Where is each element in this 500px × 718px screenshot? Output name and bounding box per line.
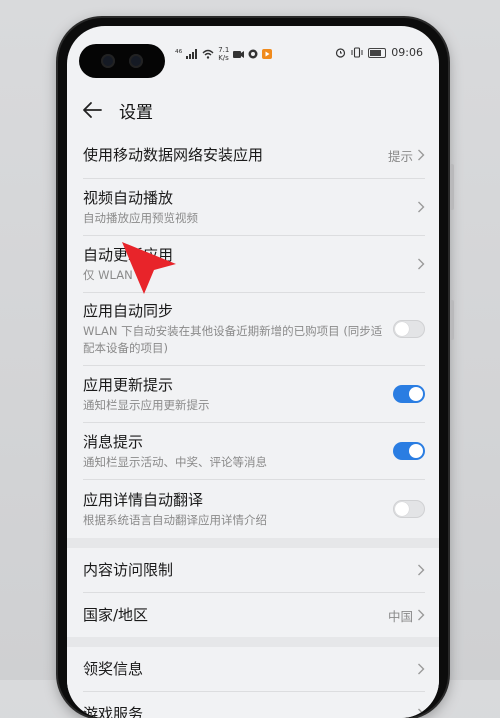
signal-icon: [186, 49, 198, 59]
network-speed-value: 7.1: [218, 46, 230, 54]
setting-label: 应用详情自动翻译: [83, 490, 204, 509]
chevron-right-icon: [418, 149, 425, 161]
setting-label: 应用自动同步: [83, 302, 174, 320]
setting-message-notification[interactable]: 消息提示 通知栏显示活动、中奖、评论等消息: [83, 423, 425, 480]
setting-description: 仅 WLAN: [83, 267, 133, 282]
toggle-knob: [409, 387, 423, 401]
chevron-right-icon: [418, 663, 425, 675]
setting-description: 通知栏显示活动、中奖、评论等消息: [83, 454, 267, 469]
settings-group-1: 使用移动数据网络安装应用 提示 视频自动播放 自动播放应用预览视频 自动更新应用…: [67, 132, 439, 538]
setting-description: 自动播放应用预览视频: [83, 210, 198, 225]
settings-list: 使用移动数据网络安装应用 提示 视频自动播放 自动播放应用预览视频 自动更新应用…: [67, 132, 439, 718]
status-time: 09:06: [391, 46, 423, 59]
setting-prize-info[interactable]: 领奖信息: [83, 647, 425, 692]
setting-label: 游戏服务: [83, 705, 144, 718]
setting-label: 国家/地区: [83, 606, 149, 624]
section-gap: [67, 637, 439, 647]
chevron-right-icon: [418, 201, 425, 213]
setting-label: 视频自动播放: [83, 188, 174, 207]
auto-translate-toggle[interactable]: [393, 500, 425, 518]
setting-label: 应用更新提示: [83, 375, 174, 394]
page-title: 设置: [119, 102, 153, 123]
setting-game-service[interactable]: 游戏服务: [83, 692, 425, 718]
settings-group-3: 领奖信息 游戏服务: [67, 647, 439, 718]
chevron-right-icon: [418, 609, 425, 621]
power-button: [450, 300, 454, 340]
header: 设置: [67, 88, 439, 132]
play-app-icon: [262, 49, 273, 59]
setting-update-notification[interactable]: 应用更新提示 通知栏显示应用更新提示: [83, 366, 425, 423]
network-speed-unit: K/s: [218, 54, 229, 62]
toggle-knob: [395, 502, 409, 516]
setting-description: 根据系统语言自动翻译应用详情介绍: [83, 512, 267, 527]
setting-video-autoplay[interactable]: 视频自动播放 自动播放应用预览视频: [83, 179, 425, 236]
camera-lens-icon: [129, 54, 143, 68]
setting-description: WLAN 下自动安装在其他设备近期新增的已购项目 (同步适配本设备的项目): [83, 324, 383, 355]
setting-label: 领奖信息: [83, 660, 144, 678]
settings-group-2: 内容访问限制 国家/地区 中国: [67, 548, 439, 637]
setting-auto-translate[interactable]: 应用详情自动翻译 根据系统语言自动翻译应用详情介绍: [83, 480, 425, 538]
vibrate-icon: [351, 47, 363, 58]
setting-label: 自动更新应用: [83, 245, 174, 264]
setting-mobile-data-install[interactable]: 使用移动数据网络安装应用 提示: [83, 132, 425, 179]
update-notification-toggle[interactable]: [393, 385, 425, 403]
network-speed: 7.1 K/s: [218, 46, 229, 62]
wifi-icon: [202, 49, 214, 59]
setting-auto-update[interactable]: 自动更新应用 仅 WLAN: [83, 236, 425, 293]
status-right: 09:06: [335, 46, 423, 59]
front-camera: [79, 44, 165, 78]
auto-sync-toggle[interactable]: [393, 320, 425, 338]
status-left: ⁴⁶ 7.1 K/s: [175, 46, 273, 62]
setting-value: 提示: [387, 148, 413, 164]
toggle-knob: [409, 444, 423, 458]
alarm-icon: [336, 48, 346, 58]
camera-lens-icon: [101, 54, 115, 68]
back-arrow-icon[interactable]: [81, 99, 103, 121]
chevron-right-icon: [418, 708, 425, 718]
battery-icon: [368, 47, 387, 58]
volume-button: [450, 164, 454, 210]
screen: ⁴⁶ 7.1 K/s 09:06 设置 使用移动数据网络安装应用 提示 视频自动…: [67, 26, 439, 718]
phone-frame: ⁴⁶ 7.1 K/s 09:06 设置 使用移动数据网络安装应用 提示 视频自动…: [58, 18, 454, 718]
chevron-right-icon: [418, 564, 425, 576]
toggle-knob: [395, 322, 409, 336]
setting-description: 通知栏显示应用更新提示: [83, 397, 210, 412]
setting-label: 使用移动数据网络安装应用: [83, 146, 264, 164]
signal-network-text: ⁴⁶: [175, 49, 183, 59]
section-gap: [67, 538, 439, 548]
setting-label: 消息提示: [83, 432, 144, 451]
setting-content-restriction[interactable]: 内容访问限制: [83, 548, 425, 593]
setting-auto-sync[interactable]: 应用自动同步 WLAN 下自动安装在其他设备近期新增的已购项目 (同步适配本设备…: [83, 293, 425, 366]
message-notification-toggle[interactable]: [393, 442, 425, 460]
setting-country-region[interactable]: 国家/地区 中国: [83, 593, 425, 637]
camera-app-icon: [233, 50, 245, 58]
chevron-right-icon: [418, 258, 425, 270]
setting-label: 内容访问限制: [83, 561, 174, 579]
status-bar: ⁴⁶ 7.1 K/s 09:06: [67, 26, 439, 78]
setting-value: 中国: [387, 608, 413, 624]
notification-dot-icon: [248, 49, 258, 59]
